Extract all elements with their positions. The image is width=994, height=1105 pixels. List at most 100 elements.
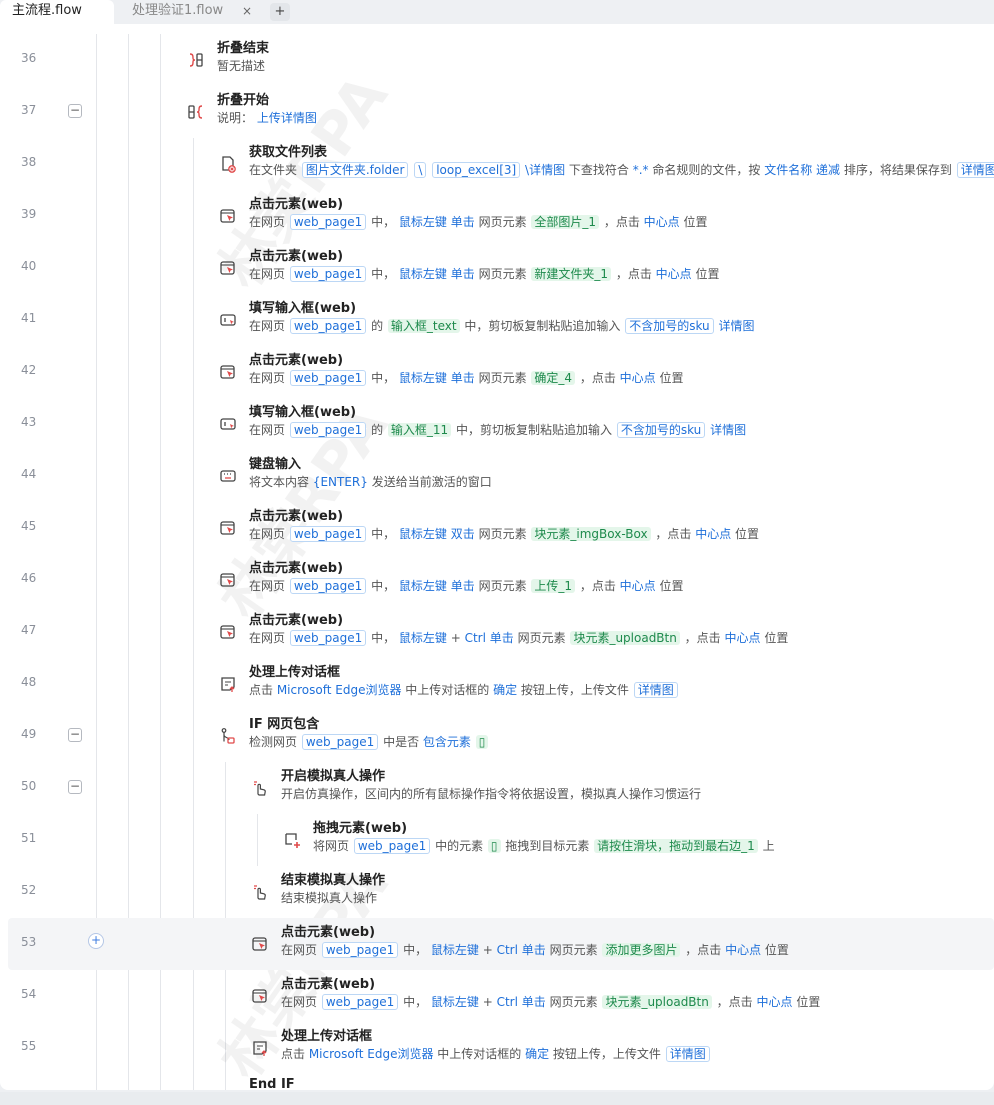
line-number: 55	[21, 1039, 37, 1053]
horizontal-scrollbar[interactable]	[0, 1092, 994, 1105]
description-text: 在网页	[249, 319, 289, 333]
flow-step-row[interactable]: 48 处理上传对话框 点击 Microsoft Edge浏览器 中上传对话框的 确定…	[0, 658, 994, 710]
variable-chip[interactable]: 详情图	[633, 682, 678, 698]
flow-step-row[interactable]: 47 点击元素(web) 在网页 web_page1 中， 鼠标左键 + Ctrl …	[0, 606, 994, 658]
variable-chip[interactable]: web_page1	[321, 942, 399, 958]
element-chip[interactable]: ▯	[475, 735, 489, 749]
variable-chip[interactable]: 详情图	[665, 1046, 710, 1062]
flow-step-row[interactable]: 55 处理上传对话框 点击 Microsoft Edge浏览器 中上传对话框的 确定…	[0, 1022, 994, 1074]
element-chip[interactable]: 输入框_11	[387, 423, 452, 437]
click-element-icon	[218, 206, 238, 226]
description-text: 按钮上传，上传文件	[517, 683, 633, 697]
parameter-keyword: 鼠标左键	[398, 371, 447, 385]
description-text: 中，	[367, 215, 399, 229]
flow-step-row[interactable]: 46 点击元素(web) 在网页 web_page1 中， 鼠标左键 单击 网页元素…	[0, 554, 994, 606]
flow-step-row[interactable]: 41 填写输入框(web) 在网页 web_page1 的 输入框_text 中，剪…	[0, 294, 994, 346]
step-title: 点击元素(web)	[281, 977, 376, 992]
tab-processing-flow[interactable]: 处理验证1.flow ×	[120, 0, 270, 24]
variable-chip[interactable]: web_page1	[289, 526, 367, 542]
add-tab-button[interactable]: +	[270, 3, 290, 21]
parameter-keyword: 单击	[450, 215, 475, 229]
variable-chip[interactable]: web_page1	[289, 578, 367, 594]
variable-chip[interactable]: web_page1	[289, 318, 367, 334]
flow-step-row[interactable]: 42 点击元素(web) 在网页 web_page1 中， 鼠标左键 单击 网页元素…	[0, 346, 994, 398]
file-list-icon	[218, 154, 238, 174]
line-number: 38	[21, 155, 37, 169]
flow-step-row[interactable]: 43 填写输入框(web) 在网页 web_page1 的 输入框_11 中，剪切板…	[0, 398, 994, 450]
description-text: 在网页	[281, 943, 321, 957]
step-title: 填写输入框(web)	[249, 301, 357, 316]
parameter-keyword: 详情图	[710, 423, 747, 437]
element-chip[interactable]: 添加更多图片	[602, 943, 681, 957]
step-title: 开启模拟真人操作	[281, 769, 386, 784]
description-text: 按钮上传，上传文件	[549, 1047, 665, 1061]
collapse-toggle[interactable]: −	[68, 780, 82, 794]
flow-step-row[interactable]: 44 键盘输入 将文本内容 {ENTER} 发送给当前激活的窗口	[0, 450, 994, 502]
variable-chip[interactable]: 详情图	[956, 162, 994, 178]
element-chip[interactable]: 全部图片_1	[531, 215, 600, 229]
upload-dialog-icon	[250, 1038, 270, 1058]
flow-step-row[interactable]: 36 折叠结束 暂无描述	[0, 34, 994, 86]
variable-chip[interactable]: web_page1	[301, 734, 379, 750]
element-chip[interactable]: 新建文件夹_1	[531, 267, 612, 281]
flow-step-row[interactable]: 50 − 开启模拟真人操作 开启仿真操作，区间内的所有鼠标操作指令将依据设置，模拟真人…	[0, 762, 994, 814]
element-chip[interactable]: 上传_1	[531, 579, 576, 593]
element-chip[interactable]: 块元素_uploadBtn	[570, 631, 680, 645]
description-text: ，点击	[651, 527, 696, 541]
close-icon[interactable]: ×	[242, 0, 252, 22]
element-chip[interactable]: 块元素_imgBox-Box	[531, 527, 651, 541]
click-element-icon	[250, 986, 270, 1006]
variable-chip[interactable]: web_page1	[321, 994, 399, 1010]
variable-chip[interactable]: web_page1	[289, 370, 367, 386]
description-text: 拖拽到目标元素	[501, 839, 594, 853]
collapse-toggle[interactable]: −	[68, 104, 82, 118]
variable-chip[interactable]: \	[414, 162, 427, 178]
click-element-icon	[218, 622, 238, 642]
variable-chip[interactable]: 图片文件夹.folder	[301, 162, 409, 178]
description-text: 在文件夹	[249, 163, 301, 177]
element-chip[interactable]: ▯	[487, 839, 501, 853]
description-text: 网页元素	[545, 995, 602, 1009]
element-chip[interactable]: 请按住滑块，拖动到最右边_1	[594, 839, 758, 853]
flow-step-row[interactable]: 51 拖拽元素(web) 将网页 web_page1 中的元素 ▯ 拖拽到目标元素 …	[0, 814, 994, 866]
description-text: 位置	[761, 943, 789, 957]
flow-step-row[interactable]: 49 − IF 网页包含 检测网页 web_page1 中是否 包含元素 ▯	[0, 710, 994, 762]
step-description: 在网页 web_page1 中， 鼠标左键 + Ctrl 单击 网页元素 块元素…	[281, 993, 820, 1010]
parameter-keyword: Microsoft Edge浏览器	[308, 1047, 434, 1061]
element-chip[interactable]: 输入框_text	[387, 319, 460, 333]
flow-step-row[interactable]: 39 点击元素(web) 在网页 web_page1 中， 鼠标左键 单击 网页元素…	[0, 190, 994, 242]
variable-chip[interactable]: web_page1	[353, 838, 431, 854]
variable-chip[interactable]: 不含加号的sku	[625, 318, 714, 334]
flow-step-row[interactable]: 54 点击元素(web) 在网页 web_page1 中， 鼠标左键 + Ctrl …	[0, 970, 994, 1022]
variable-chip[interactable]: web_page1	[289, 214, 367, 230]
flow-step-row[interactable]: 53 点击元素(web) 在网页 web_page1 中， 鼠标左键 + Ctrl …	[8, 918, 994, 970]
description-text: 的	[367, 319, 387, 333]
description-text	[427, 163, 431, 177]
flow-step-row[interactable]: End IF	[0, 1074, 994, 1090]
flow-step-row[interactable]: 40 点击元素(web) 在网页 web_page1 中， 鼠标左键 单击 网页元素…	[0, 242, 994, 294]
tab-label: 处理验证1.flow	[132, 3, 224, 18]
variable-chip[interactable]: web_page1	[289, 630, 367, 646]
add-step-button[interactable]: +	[88, 933, 104, 949]
variable-chip[interactable]: 不含加号的sku	[616, 422, 706, 438]
element-chip[interactable]: 确定_4	[531, 371, 576, 385]
flow-step-row[interactable]: 38 获取文件列表 在文件夹 图片文件夹.folder \ loop_excel[3…	[0, 138, 994, 190]
step-title: 点击元素(web)	[249, 509, 344, 524]
variable-chip[interactable]: web_page1	[289, 266, 367, 282]
tab-main-flow[interactable]: 主流程.flow	[0, 0, 114, 24]
step-description: 暂无描述	[217, 57, 265, 74]
flow-step-row[interactable]: 52 结束模拟真人操作 结束模拟真人操作	[0, 866, 994, 918]
collapse-toggle[interactable]: −	[68, 728, 82, 742]
parameter-keyword: \详情图	[525, 163, 566, 177]
parameter-keyword: 单击	[450, 371, 475, 385]
flow-step-row[interactable]: 37 − 折叠开始 说明： 上传详情图	[0, 86, 994, 138]
parameter-keyword: 鼠标左键	[398, 527, 447, 541]
parameter-keyword: 中心点	[725, 943, 762, 957]
variable-chip[interactable]: web_page1	[289, 422, 367, 438]
variable-chip[interactable]: loop_excel[3]	[432, 162, 521, 178]
flow-step-row[interactable]: 45 点击元素(web) 在网页 web_page1 中， 鼠标左键 双击 网页元素…	[0, 502, 994, 554]
element-chip[interactable]: 块元素_uploadBtn	[602, 995, 712, 1009]
description-text: 中，	[367, 267, 399, 281]
description-text: 中上传对话框的	[401, 683, 494, 697]
parameter-keyword: 单击	[450, 267, 475, 281]
